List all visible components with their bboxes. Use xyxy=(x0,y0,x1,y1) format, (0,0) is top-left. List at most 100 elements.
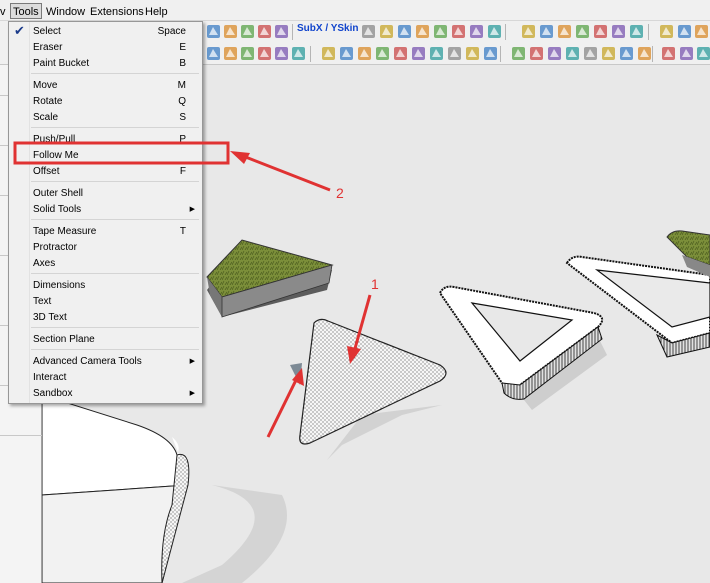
toolbar-tool-icon[interactable] xyxy=(510,45,527,62)
grass-planter-model xyxy=(206,239,334,318)
toolbar-tool-icon[interactable] xyxy=(239,45,256,62)
toolbar-tool-icon[interactable] xyxy=(273,23,290,40)
menu-item-axes[interactable]: Axes xyxy=(9,256,202,272)
menu-item-section-plane[interactable]: Section Plane xyxy=(9,332,202,348)
tool-glyph-icon xyxy=(224,25,237,38)
menu-extensions[interactable]: Extensions xyxy=(90,4,144,20)
toolbar-tool-icon[interactable] xyxy=(676,23,693,40)
toolbar-tool-icon[interactable] xyxy=(432,23,449,40)
menu-item-offset[interactable]: Offset F xyxy=(9,164,202,180)
toolbar-tool-icon[interactable] xyxy=(446,45,463,62)
tool-glyph-icon xyxy=(638,47,651,60)
tool-glyph-icon xyxy=(434,25,447,38)
menu-item-rotate[interactable]: Rotate Q xyxy=(9,94,202,110)
tool-glyph-icon xyxy=(630,25,643,38)
toolbar-tool-icon[interactable] xyxy=(574,23,591,40)
menu-item-shortcut: M xyxy=(177,80,186,91)
toolbar-tool-icon[interactable] xyxy=(528,45,545,62)
toolbar-tool-icon[interactable] xyxy=(205,45,222,62)
menu-item-interact[interactable]: Interact xyxy=(9,370,202,386)
toolbar-tool-icon[interactable] xyxy=(658,23,675,40)
tool-glyph-icon xyxy=(678,25,691,38)
menu-item-sandbox[interactable]: Sandbox ▶ xyxy=(9,386,202,402)
toolbar-tool-icon[interactable] xyxy=(695,45,710,62)
tool-glyph-icon xyxy=(612,25,625,38)
menu-item-outer-shell[interactable]: Outer Shell xyxy=(9,186,202,202)
toolbar-tool-icon[interactable] xyxy=(693,23,710,40)
toolbar-tool-icon[interactable] xyxy=(356,45,373,62)
menu-item-select[interactable]: ✔ Select Space xyxy=(9,23,202,40)
menu-separator xyxy=(31,327,199,328)
menu-item-follow-me[interactable]: Follow Me xyxy=(9,148,202,164)
menu-item-push-pull[interactable]: Push/Pull P xyxy=(9,132,202,148)
toolbar-tool-icon[interactable] xyxy=(239,23,256,40)
menu-item-label: Protractor xyxy=(33,242,77,253)
tool-glyph-icon xyxy=(430,47,443,60)
toolbar-tool-icon[interactable] xyxy=(256,45,273,62)
toolbar-tool-icon[interactable] xyxy=(546,45,563,62)
toolbar-tool-icon[interactable] xyxy=(486,23,503,40)
menu-help[interactable]: Help xyxy=(145,4,168,20)
toolbar-tool-icon[interactable] xyxy=(582,45,599,62)
toolbar-tool-icon[interactable] xyxy=(610,23,627,40)
toolbar-tool-icon[interactable] xyxy=(618,45,635,62)
menu-tools[interactable]: Tools xyxy=(10,3,42,19)
tool-glyph-icon xyxy=(376,47,389,60)
dotted-triangle-face xyxy=(290,318,447,460)
submenu-arrow-icon: ▶ xyxy=(189,206,195,213)
menu-item-tape-measure[interactable]: Tape Measure T xyxy=(9,224,202,240)
menu-item-shortcut: E xyxy=(179,42,186,53)
toolbar-tool-icon[interactable] xyxy=(205,23,222,40)
toolbar-tool-icon[interactable] xyxy=(600,45,617,62)
menu-item-label: Interact xyxy=(33,372,67,383)
menu-item-move[interactable]: Move M xyxy=(9,78,202,94)
toolbar-tool-icon[interactable] xyxy=(482,45,499,62)
toolbar-tool-icon[interactable] xyxy=(450,23,467,40)
menu-item-label: Text xyxy=(33,296,52,307)
menu-item-3d-text[interactable]: 3D Text xyxy=(9,310,202,326)
toolbar-tool-icon[interactable] xyxy=(520,23,537,40)
menu-item-scale[interactable]: Scale S xyxy=(9,110,202,126)
toolbar-tool-icon[interactable] xyxy=(660,45,677,62)
toolbar-tool-icon[interactable] xyxy=(428,45,445,62)
toolbar-tool-icon[interactable] xyxy=(592,23,609,40)
toolbar-tool-icon[interactable] xyxy=(374,45,391,62)
toolbar-tool-icon[interactable] xyxy=(538,23,555,40)
toolbar-tool-icon[interactable] xyxy=(290,45,307,62)
toolbar-tool-icon[interactable] xyxy=(678,45,695,62)
toolbar-tool-icon[interactable] xyxy=(396,23,413,40)
panel-divider xyxy=(0,435,42,436)
menu-window[interactable]: Window xyxy=(46,4,85,20)
menu-view-partial[interactable]: v xyxy=(0,4,6,20)
menu-item-text[interactable]: Text xyxy=(9,294,202,310)
toolbar-tool-icon[interactable] xyxy=(222,45,239,62)
menu-item-shortcut: S xyxy=(179,112,186,123)
menu-item-paint-bucket[interactable]: Paint Bucket B xyxy=(9,56,202,72)
menu-item-advanced-camera-tools[interactable]: Advanced Camera Tools ▶ xyxy=(9,354,202,370)
toolbar-tool-icon[interactable] xyxy=(556,23,573,40)
tool-glyph-icon xyxy=(488,25,501,38)
toolbar-tool-icon[interactable] xyxy=(410,45,427,62)
toolbar-tool-icon[interactable] xyxy=(468,23,485,40)
toolbar-tool-icon[interactable] xyxy=(256,23,273,40)
tool-glyph-icon xyxy=(258,47,271,60)
menu-item-protractor[interactable]: Protractor xyxy=(9,240,202,256)
toolbar-tool-icon[interactable] xyxy=(564,45,581,62)
toolbar-tool-icon[interactable] xyxy=(360,23,377,40)
toolbar-tool-icon[interactable] xyxy=(320,45,337,62)
toolbar-tool-icon[interactable] xyxy=(338,45,355,62)
toolbar-tool-icon[interactable] xyxy=(628,23,645,40)
tool-glyph-icon xyxy=(576,25,589,38)
menu-item-eraser[interactable]: Eraser E xyxy=(9,40,202,56)
menu-separator xyxy=(31,181,199,182)
menu-item-dimensions[interactable]: Dimensions xyxy=(9,278,202,294)
menu-item-solid-tools[interactable]: Solid Tools ▶ xyxy=(9,202,202,218)
toolbar-tool-icon[interactable] xyxy=(222,23,239,40)
toolbar-tool-icon[interactable] xyxy=(414,23,431,40)
toolbar-tool-icon[interactable] xyxy=(392,45,409,62)
toolbar-tool-icon[interactable] xyxy=(636,45,653,62)
toolbar-tool-icon[interactable] xyxy=(378,23,395,40)
toolbar-tool-icon[interactable] xyxy=(464,45,481,62)
toolbar-separator xyxy=(292,24,293,40)
toolbar-tool-icon[interactable] xyxy=(273,45,290,62)
